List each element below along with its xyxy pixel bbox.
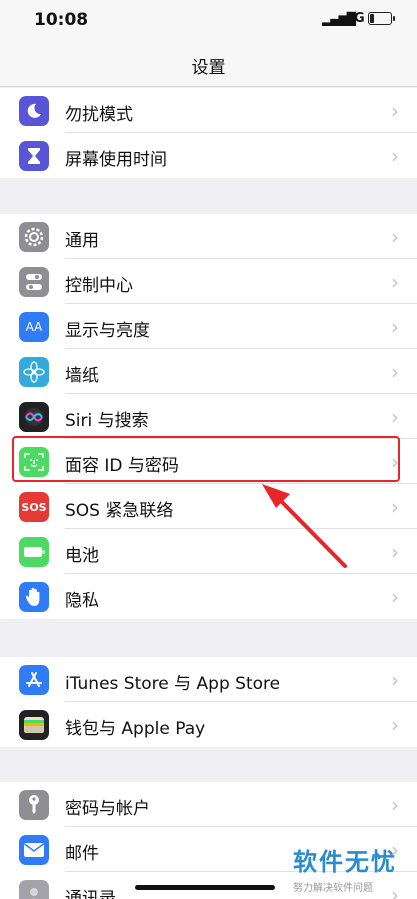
watermark: 软件无忧 努力解决软件问题	[293, 842, 397, 894]
watermark-subtitle: 努力解决软件问题	[293, 883, 373, 894]
home-indicator[interactable]	[135, 885, 275, 890]
watermark-title: 软件无忧	[293, 848, 397, 876]
annotation-arrow-icon	[262, 484, 347, 568]
